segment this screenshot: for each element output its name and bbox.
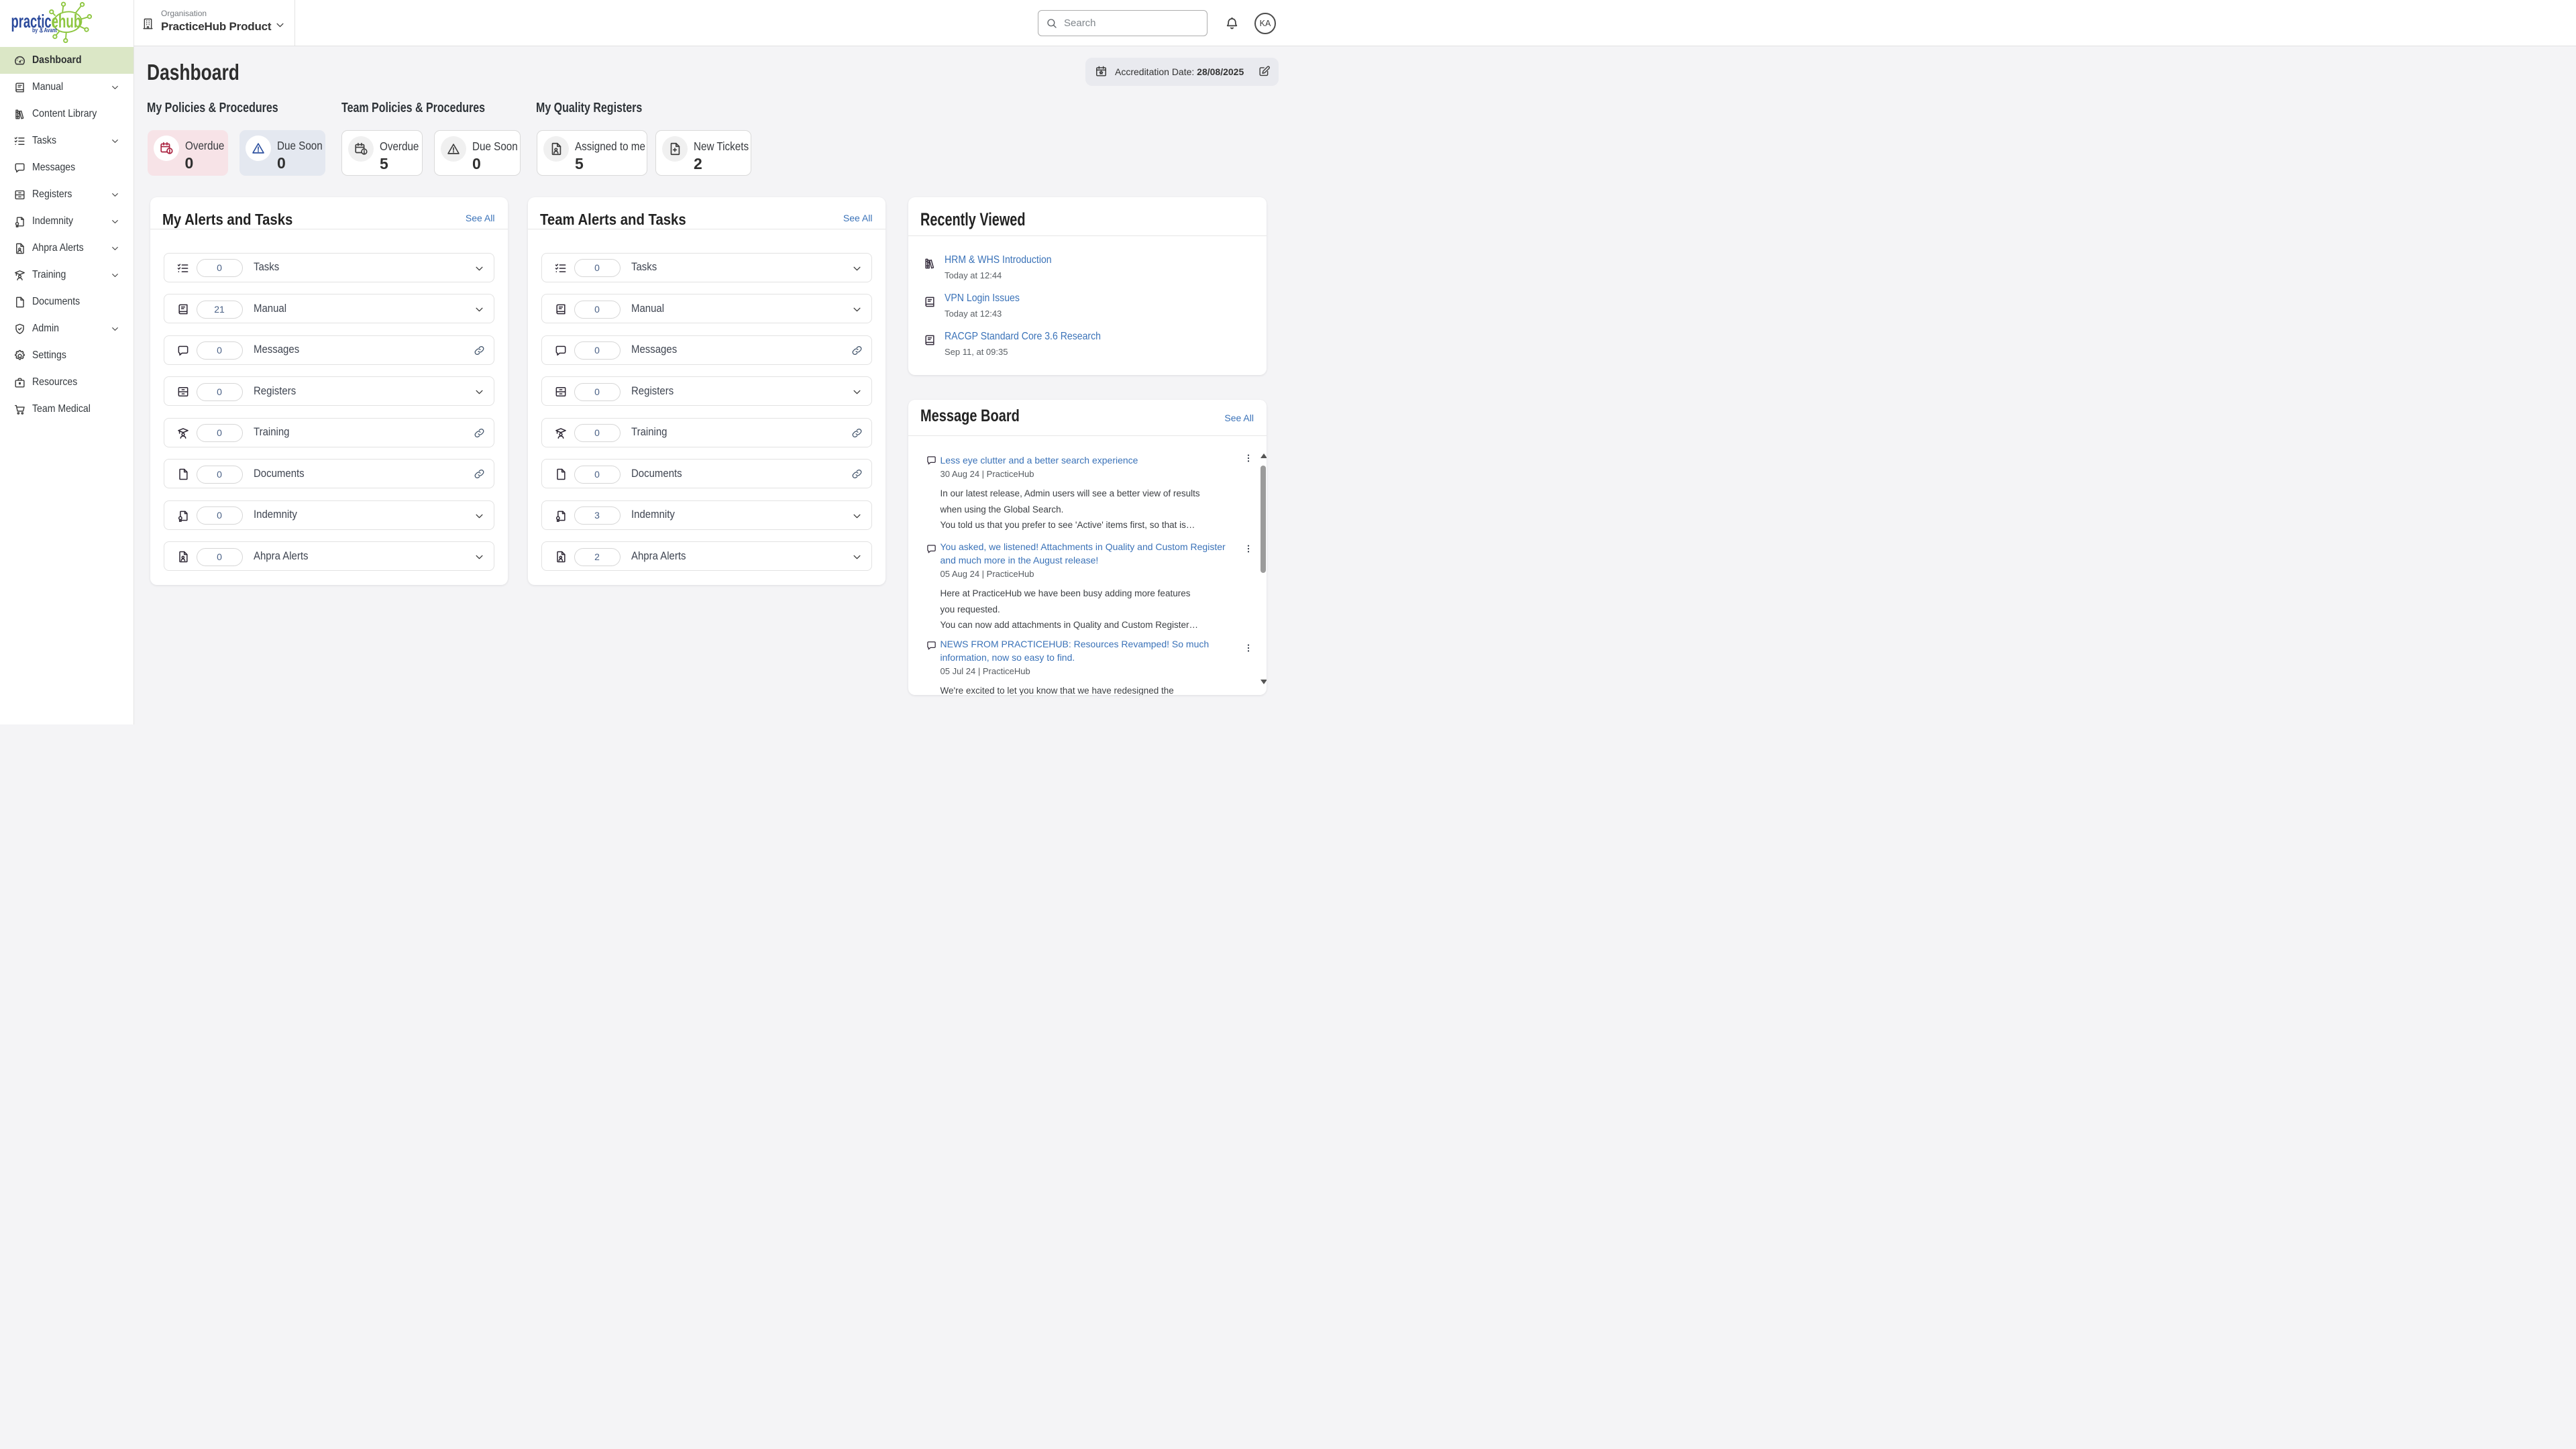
svg-text:Avant: Avant [44, 27, 57, 34]
svg-text:by: by [32, 27, 38, 34]
